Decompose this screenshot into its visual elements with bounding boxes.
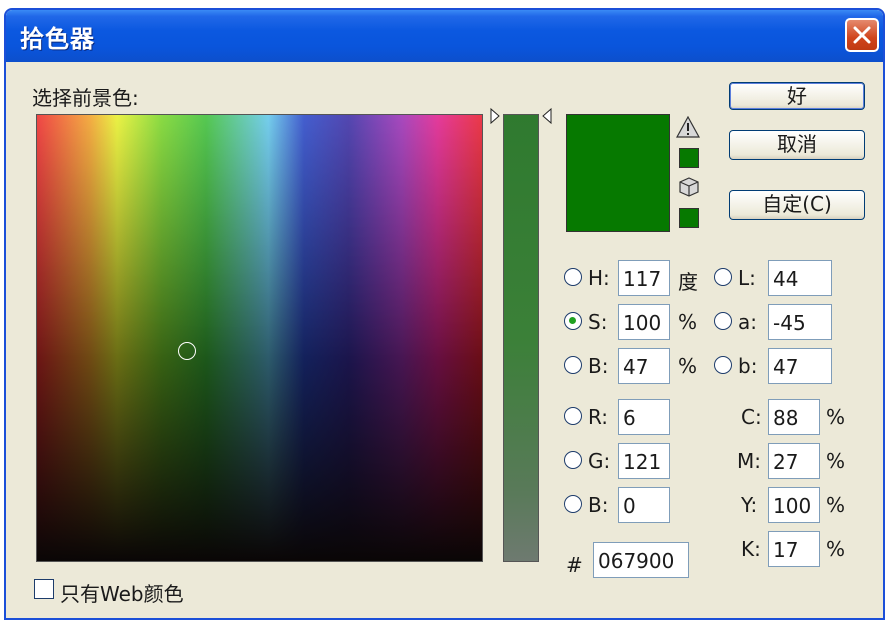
label-s: S:	[588, 310, 608, 334]
color-picker-dialog: 拾色器 选择前景色: 好 取消 自定(C) H: 117 度 S: 100 %	[4, 8, 885, 620]
web-safe-color-swatch[interactable]	[679, 208, 699, 228]
radio-g[interactable]	[564, 451, 582, 469]
l-field[interactable]: 44	[768, 260, 832, 296]
window-title: 拾色器	[20, 25, 95, 53]
cancel-button[interactable]: 取消	[729, 130, 865, 160]
radio-l[interactable]	[714, 268, 732, 286]
label-l: L:	[738, 266, 756, 290]
radio-a[interactable]	[714, 312, 732, 330]
current-color-swatch	[566, 114, 670, 232]
label-blue: B:	[588, 493, 609, 517]
unit-c: %	[826, 405, 846, 429]
y-field[interactable]: 100	[768, 487, 820, 523]
label-h: H:	[588, 266, 610, 290]
unit-k: %	[826, 537, 846, 561]
radio-s[interactable]	[564, 312, 582, 330]
close-icon	[853, 26, 871, 44]
label-c: C:	[741, 405, 762, 429]
brightness-field[interactable]: 47	[618, 348, 670, 384]
label-k: K:	[741, 537, 761, 561]
unit-s: %	[678, 310, 698, 334]
ok-button[interactable]: 好	[729, 82, 865, 110]
lab-b-field[interactable]: 47	[768, 348, 832, 384]
radio-h[interactable]	[564, 268, 582, 286]
blue-field[interactable]: 0	[618, 487, 670, 523]
hue-slider[interactable]	[503, 114, 539, 562]
c-field[interactable]: 88	[768, 399, 820, 435]
label-brightness: B:	[588, 354, 609, 378]
s-field[interactable]: 100	[618, 304, 670, 340]
picker-heading: 选择前景色:	[32, 86, 139, 110]
r-field[interactable]: 6	[618, 399, 670, 435]
unit-y: %	[826, 493, 846, 517]
radio-blue[interactable]	[564, 495, 582, 513]
label-y: Y:	[741, 493, 758, 517]
k-field[interactable]: 17	[768, 531, 820, 567]
close-button[interactable]	[845, 18, 879, 52]
gamut-warning-icon[interactable]	[676, 116, 700, 138]
gamut-color-swatch[interactable]	[679, 148, 699, 168]
custom-button[interactable]: 自定(C)	[729, 190, 865, 220]
radio-r[interactable]	[564, 407, 582, 425]
color-field-cursor[interactable]	[178, 342, 196, 360]
web-only-label[interactable]: 只有Web颜色	[60, 578, 184, 607]
g-field[interactable]: 121	[618, 443, 670, 479]
label-lab-b: b:	[738, 354, 758, 378]
label-g: G:	[588, 449, 611, 473]
web-only-checkbox[interactable]	[34, 579, 54, 599]
unit-h: 度	[678, 270, 698, 294]
title-bar: 拾色器	[6, 10, 883, 62]
m-field[interactable]: 27	[768, 443, 820, 479]
color-field[interactable]	[36, 114, 483, 562]
hex-field[interactable]: 067900	[593, 542, 689, 578]
a-field[interactable]: -45	[768, 304, 832, 340]
radio-brightness[interactable]	[564, 356, 582, 374]
unit-m: %	[826, 449, 846, 473]
label-r: R:	[588, 405, 609, 429]
label-m: M:	[737, 449, 761, 473]
radio-lab-b[interactable]	[714, 356, 732, 374]
h-field[interactable]: 117	[618, 260, 670, 296]
web-safe-cube-icon[interactable]	[678, 176, 700, 198]
label-hex: #	[566, 553, 583, 577]
label-a: a:	[738, 310, 757, 334]
unit-brightness: %	[678, 354, 698, 378]
